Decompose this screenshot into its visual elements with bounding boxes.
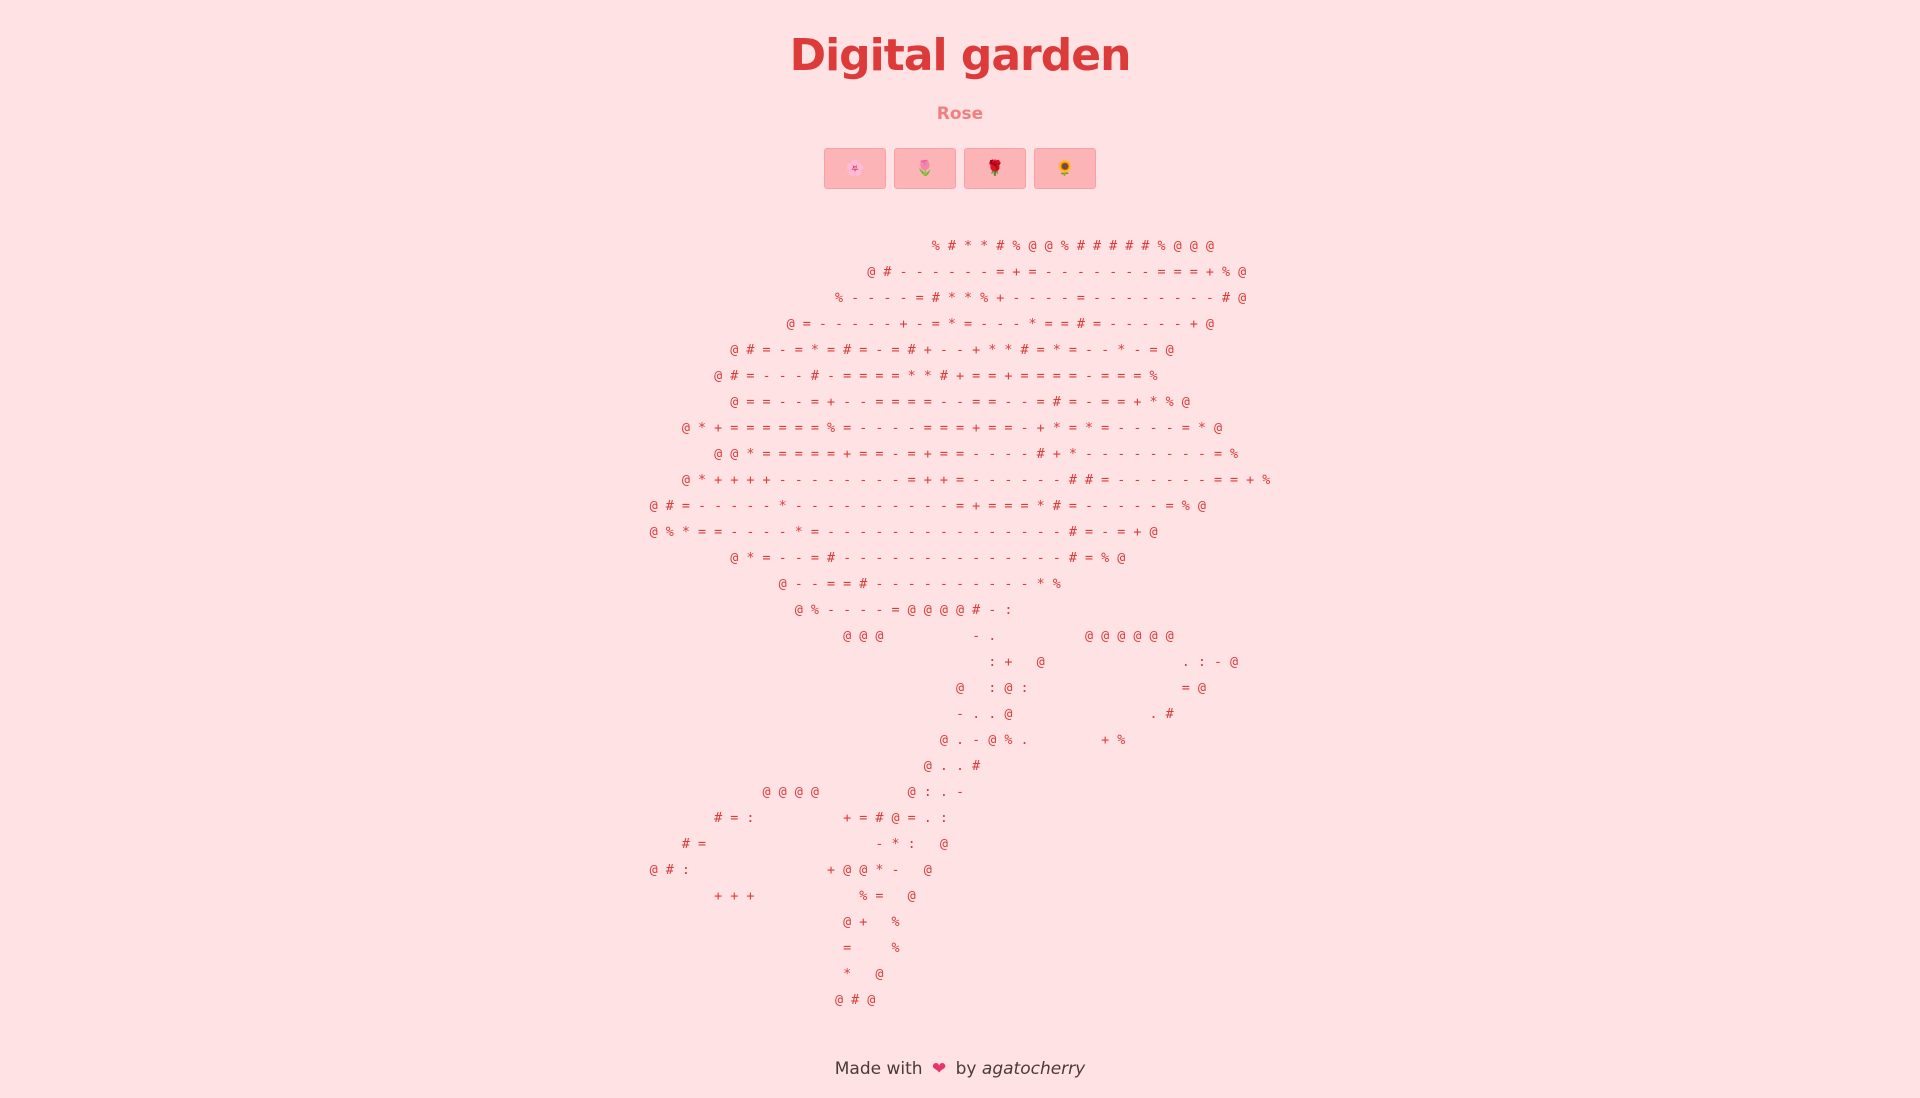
tulip-button[interactable]: 🌷 xyxy=(894,148,956,189)
rose-icon: 🌹 xyxy=(985,160,1005,177)
author-name: agatocherry xyxy=(981,1059,1086,1079)
tulip-icon: 🌷 xyxy=(915,160,935,177)
flower-name-subtitle: Rose xyxy=(936,104,984,124)
cherry-blossom-icon: 🌸 xyxy=(845,160,865,177)
flower-selector: 🌸 🌷 🌹 🌻 xyxy=(824,148,1096,189)
sunflower-button[interactable]: 🌻 xyxy=(1034,148,1096,189)
ascii-art-container: % # * * # % @ @ % # # # # # % @ @ @ @ # … xyxy=(0,234,1920,1014)
footer: Made with ❤ by agatocherry xyxy=(0,1057,1920,1081)
heart-icon: ❤ xyxy=(931,1059,947,1079)
footer-by: by xyxy=(955,1059,977,1079)
rose-button[interactable]: 🌹 xyxy=(964,148,1026,189)
page-title: Digital garden xyxy=(789,30,1132,81)
cherry-blossom-button[interactable]: 🌸 xyxy=(824,148,886,189)
footer-made-with: Made with xyxy=(834,1059,923,1079)
sunflower-icon: 🌻 xyxy=(1055,160,1075,177)
ascii-rose-art: % # * * # % @ @ % # # # # # % @ @ @ @ # … xyxy=(649,239,1271,1008)
